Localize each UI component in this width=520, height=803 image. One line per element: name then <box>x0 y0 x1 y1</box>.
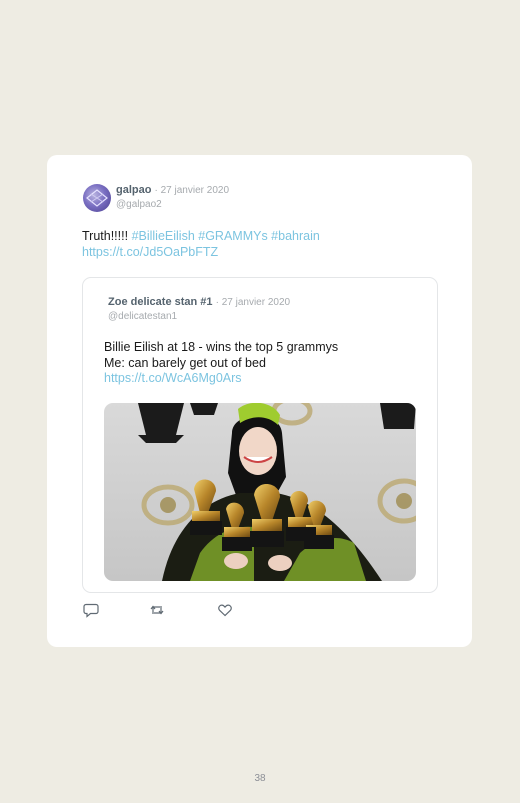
quoted-line-2: Me: can barely get out of bed <box>104 355 266 370</box>
tweet-body: Truth!!!!! <box>82 229 132 243</box>
quoted-text: Billie Eilish at 18 - wins the top 5 gra… <box>104 340 424 387</box>
tweet-author: galpao · 27 janvier 2020 @galpao2 <box>116 184 229 211</box>
quoted-author-name[interactable]: Zoe delicate stan #1 <box>108 296 213 308</box>
quoted-tweet[interactable]: Zoe delicate stan #1 · 27 janvier 2020 @… <box>82 277 438 593</box>
quoted-photo[interactable] <box>104 403 416 581</box>
quoted-handle[interactable]: @delicatestan1 <box>108 310 290 323</box>
tweet-date[interactable]: · 27 janvier 2020 <box>155 185 230 196</box>
author-name[interactable]: galpao <box>116 184 151 196</box>
reply-icon[interactable] <box>83 602 99 618</box>
tweet-link[interactable]: https://t.co/Jd5OaPbFTZ <box>82 245 218 259</box>
quoted-author: Zoe delicate stan #1 · 27 janvier 2020 @… <box>108 296 290 323</box>
heart-icon[interactable] <box>217 602 233 618</box>
quoted-line-1: Billie Eilish at 18 - wins the top 5 gra… <box>104 340 339 354</box>
author-avatar[interactable] <box>83 184 111 212</box>
retweet-icon[interactable] <box>149 602 165 618</box>
quoted-link[interactable]: https://t.co/WcA6Mg0Ars <box>104 371 242 385</box>
tweet-text: Truth!!!!! #BillieEilish #GRAMMYs #bahra… <box>82 229 442 260</box>
quoted-date[interactable]: · 27 janvier 2020 <box>216 297 291 308</box>
tweet-card: galpao · 27 janvier 2020 @galpao2 Truth!… <box>47 155 472 647</box>
page-number: 38 <box>254 773 266 784</box>
tweet-hashtags[interactable]: #BillieEilish #GRAMMYs #bahrain <box>132 229 320 243</box>
author-handle[interactable]: @galpao2 <box>116 198 229 211</box>
